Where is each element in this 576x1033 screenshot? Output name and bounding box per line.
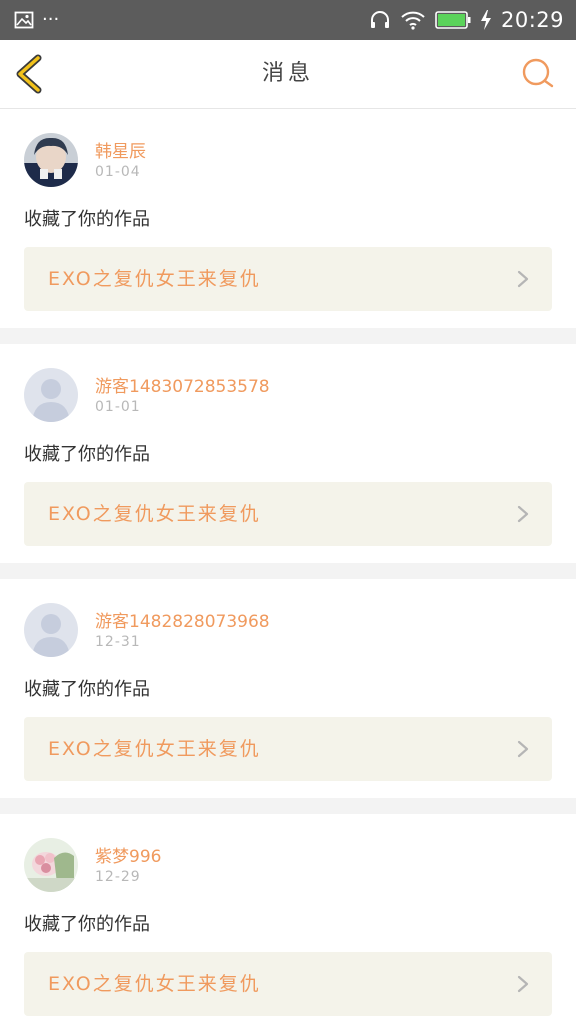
more-dots-icon: ··· [42, 9, 60, 30]
avatar[interactable] [24, 368, 78, 422]
message-date: 12-29 [95, 869, 141, 885]
action-text: 收藏了你的作品 [24, 444, 150, 465]
search-icon [522, 58, 554, 88]
image-icon [14, 11, 34, 29]
user-name[interactable]: 游客1483072853578 [95, 372, 270, 397]
avatar[interactable] [24, 603, 78, 657]
chevron-right-icon [517, 975, 529, 993]
avatar[interactable] [24, 133, 78, 187]
status-left: ··· [14, 0, 59, 40]
work-link[interactable]: EXO之复仇女王来复仇 [24, 952, 552, 1016]
user-name[interactable]: 紫梦996 [95, 842, 161, 867]
default-avatar-icon [24, 368, 78, 422]
message-list: 韩星辰 01-04 收藏了你的作品 EXO之复仇女王来复仇 游客14830728… [0, 109, 576, 1033]
wifi-icon [401, 11, 425, 30]
status-bar: ··· 20:29 [0, 0, 576, 40]
work-title: EXO之复仇女王来复仇 [48, 973, 261, 995]
nav-bar: 消息 [0, 40, 576, 109]
work-link[interactable]: EXO之复仇女王来复仇 [24, 482, 552, 546]
message-item: 韩星辰 01-04 收藏了你的作品 EXO之复仇女王来复仇 [0, 109, 576, 328]
search-button[interactable] [520, 56, 556, 92]
divider [0, 798, 576, 814]
work-title: EXO之复仇女王来复仇 [48, 738, 261, 760]
user-name[interactable]: 韩星辰 [95, 137, 146, 162]
default-avatar-icon [24, 603, 78, 657]
message-item: 游客1483072853578 01-01 收藏了你的作品 EXO之复仇女王来复… [0, 344, 576, 563]
work-link[interactable]: EXO之复仇女王来复仇 [24, 247, 552, 311]
avatar[interactable] [24, 838, 78, 892]
action-text: 收藏了你的作品 [24, 914, 150, 935]
action-text: 收藏了你的作品 [24, 679, 150, 700]
work-title: EXO之复仇女王来复仇 [48, 503, 261, 525]
status-right: 20:29 [369, 0, 564, 40]
message-item: 紫梦996 12-29 收藏了你的作品 EXO之复仇女王来复仇 [0, 814, 576, 1033]
user-name[interactable]: 游客1482828073968 [95, 607, 270, 632]
battery-icon [435, 11, 471, 29]
message-item: 游客1482828073968 12-31 收藏了你的作品 EXO之复仇女王来复… [0, 579, 576, 798]
chevron-right-icon [517, 505, 529, 523]
message-date: 12-31 [95, 634, 141, 650]
divider [0, 563, 576, 579]
divider [0, 328, 576, 344]
chevron-right-icon [517, 740, 529, 758]
charging-icon [480, 10, 491, 30]
headphones-icon [370, 11, 389, 28]
status-time: 20:29 [500, 8, 564, 32]
work-link[interactable]: EXO之复仇女王来复仇 [24, 717, 552, 781]
page-title: 消息 [261, 61, 314, 86]
chevron-right-icon [517, 270, 529, 288]
message-date: 01-04 [95, 164, 141, 180]
work-title: EXO之复仇女王来复仇 [48, 268, 261, 290]
message-date: 01-01 [95, 399, 141, 415]
action-text: 收藏了你的作品 [24, 209, 150, 230]
